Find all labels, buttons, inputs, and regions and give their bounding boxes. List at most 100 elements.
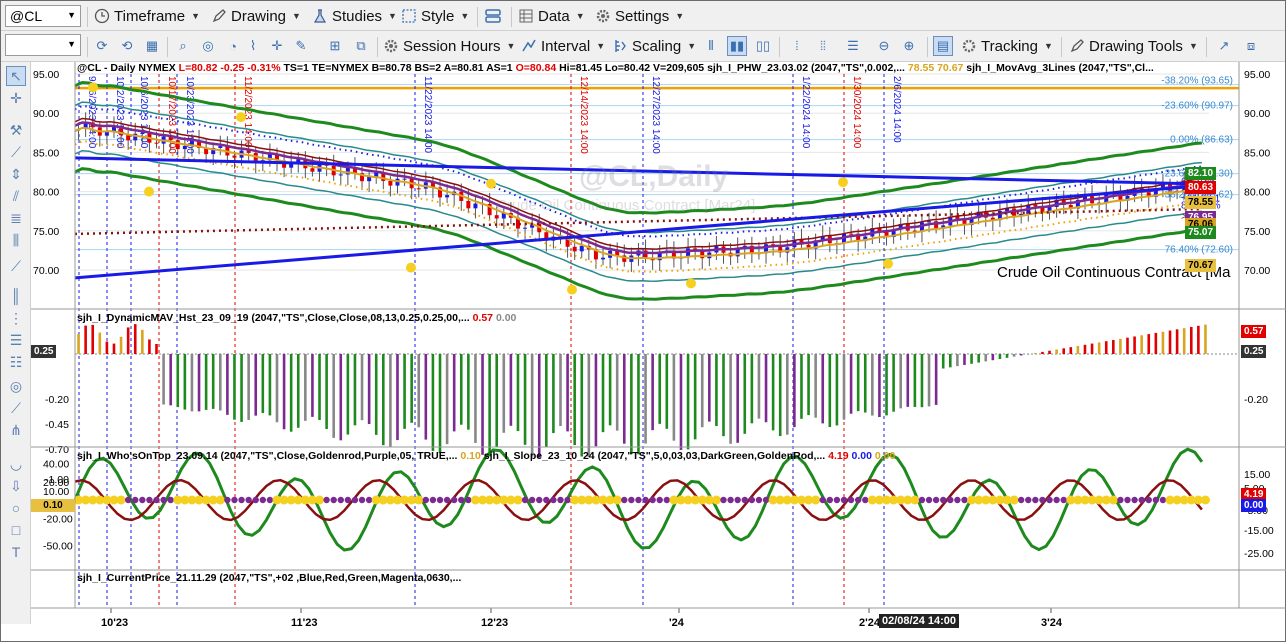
- hist-bar: [524, 354, 527, 445]
- drawing-button[interactable]: Drawing▼: [211, 5, 301, 27]
- bar-chart-icon[interactable]: ⫴: [701, 36, 721, 56]
- fit-icon[interactable]: ▦: [142, 36, 162, 56]
- x-axis-label: 11'23: [291, 617, 317, 629]
- chart-icon[interactable]: ⌇: [243, 36, 263, 56]
- refresh-icon[interactable]: ⟳: [92, 36, 112, 56]
- rectangle-icon[interactable]: □: [6, 520, 26, 540]
- y-axis-label: 95.00: [33, 69, 59, 81]
- timeframe-button[interactable]: Timeframe▼: [94, 5, 200, 27]
- hist-bar: [347, 354, 350, 435]
- trend-icon[interactable]: ↗: [1214, 36, 1234, 56]
- style-button[interactable]: Style▼: [401, 5, 469, 27]
- zoom-icon[interactable]: ⌕: [173, 36, 193, 56]
- trendline-icon[interactable]: ⟋: [6, 142, 26, 162]
- date-line-label: 12/27/2023 14:00: [650, 76, 661, 154]
- parallel-lines-icon[interactable]: ⫽: [6, 186, 26, 206]
- scaling-icon: [612, 38, 628, 54]
- hist-bar: [538, 354, 541, 458]
- studies-button[interactable]: Studies▼: [312, 5, 397, 27]
- hist-bar: [467, 354, 470, 430]
- fib-label: -23.60% (90.97): [1161, 101, 1233, 112]
- reload-icon[interactable]: ⟲: [117, 36, 137, 56]
- hist-tag: 0.57: [1241, 325, 1266, 338]
- levels-icon[interactable]: ☷: [6, 352, 26, 372]
- hist-bar: [198, 354, 201, 411]
- fib-lines-icon[interactable]: ≣: [6, 208, 26, 228]
- whos-on-top-dot: [827, 497, 833, 503]
- fan-icon[interactable]: ⟋: [6, 398, 26, 418]
- settings-button[interactable]: Settings▼: [595, 5, 684, 27]
- hist-bar: [942, 354, 945, 369]
- ellipse-icon[interactable]: ○: [6, 498, 26, 518]
- pointer-icon[interactable]: ↖: [6, 66, 26, 86]
- whos-on-top-dot: [451, 497, 457, 503]
- target-icon[interactable]: ◎: [198, 36, 218, 56]
- whos-on-top-dot: [437, 497, 443, 503]
- osc-left-tag: 0.10: [31, 499, 75, 512]
- symbol-combo[interactable]: @CL▼: [5, 5, 81, 27]
- time-zones-icon[interactable]: ☰: [6, 330, 26, 350]
- hist-bar: [1197, 326, 1200, 354]
- pan-left-icon[interactable]: ⦙: [787, 36, 807, 56]
- drawing-icon[interactable]: ✎: [291, 36, 311, 56]
- hist-panel-header: sjh_I_DynamicMAV_Hst_23_09_19 (2047,"TS"…: [77, 312, 516, 324]
- whos-on-top-dot: [345, 497, 351, 503]
- tracking-button[interactable]: Tracking▼: [961, 35, 1053, 57]
- drawing-tools-button[interactable]: Drawing Tools▼: [1069, 35, 1198, 57]
- crosshair-icon[interactable]: ✛: [267, 36, 287, 56]
- workspace-combo[interactable]: ▼: [5, 34, 81, 56]
- channel-icon[interactable]: ⫼: [6, 230, 26, 250]
- panels-button[interactable]: [485, 5, 505, 27]
- data-button[interactable]: Data▼: [518, 5, 585, 27]
- arc-icon[interactable]: ◡: [6, 454, 26, 474]
- vertical-arrows-icon[interactable]: ⇕: [6, 164, 26, 184]
- pan-right-icon[interactable]: ⦙⦙: [813, 36, 833, 56]
- main-toolbar: @CL▼ Timeframe▼ Drawing▼ Studies▼ Style▼…: [1, 1, 1285, 31]
- chart-watermark: @CL,Daily: [579, 160, 728, 194]
- hist-bar: [269, 354, 272, 415]
- grid-icon[interactable]: ⊞: [325, 36, 345, 56]
- zoom-out-icon[interactable]: ⊖: [874, 36, 894, 56]
- hist-bar: [836, 354, 839, 425]
- y-axis-label: -50.00: [43, 541, 73, 553]
- gann-icon[interactable]: ⋮: [6, 308, 26, 328]
- drawing-object-icon[interactable]: ⧈: [1241, 36, 1261, 56]
- open-price: O=80.84: [516, 62, 557, 74]
- pitchfork-icon[interactable]: ⋔: [6, 420, 26, 440]
- gauge-icon[interactable]: ◔: [223, 36, 243, 56]
- hist-bar: [1112, 340, 1115, 354]
- toolbar-separator: [779, 37, 780, 57]
- whos-on-top-dot: [1146, 497, 1152, 503]
- vertical-line-icon[interactable]: ║: [6, 286, 26, 306]
- text-icon[interactable]: T: [6, 542, 26, 562]
- ray-icon[interactable]: ⟋: [6, 256, 26, 276]
- whos-on-top-dot: [855, 497, 861, 503]
- hist-bar: [453, 354, 456, 431]
- hist-bar: [807, 354, 810, 415]
- hist-bar: [318, 354, 321, 420]
- chart-canvas[interactable]: -38.20% (93.65)-23.60% (90.97)0.00% (86.…: [31, 62, 1286, 640]
- session-hours-button[interactable]: Session Hours▼: [383, 35, 515, 57]
- cube-icon[interactable]: ⧉: [351, 36, 371, 56]
- whos-on-top-dot: [139, 497, 145, 503]
- candlestick-icon[interactable]: ▮▮: [727, 36, 747, 56]
- candle-body: [473, 204, 477, 209]
- y-axis-label: 85.00: [33, 147, 59, 159]
- hist-bar: [786, 354, 789, 435]
- circle-target-icon[interactable]: ◎: [6, 376, 26, 396]
- zoom-in-icon[interactable]: ⊕: [899, 36, 919, 56]
- panels-icon: [485, 8, 501, 24]
- wrench-icon[interactable]: ⚒: [6, 120, 26, 140]
- scaling-button[interactable]: Scaling▼: [612, 35, 696, 57]
- chart-area[interactable]: -38.20% (93.65)-23.60% (90.97)0.00% (86.…: [31, 62, 1286, 640]
- crosshair-icon[interactable]: ✛: [6, 88, 26, 108]
- data-window-icon[interactable]: ▤: [933, 36, 953, 56]
- candle-body: [466, 201, 470, 208]
- hollow-candle-icon[interactable]: ▯▯: [753, 36, 773, 56]
- hist-bar: [417, 354, 420, 427]
- x-axis-label: '24: [669, 617, 685, 629]
- interval-button[interactable]: Interval▼: [521, 35, 605, 57]
- arrow-down-icon[interactable]: ⇩: [6, 476, 26, 496]
- panels-icon[interactable]: ☰: [843, 36, 863, 56]
- whos-on-top-dot: [1010, 496, 1019, 505]
